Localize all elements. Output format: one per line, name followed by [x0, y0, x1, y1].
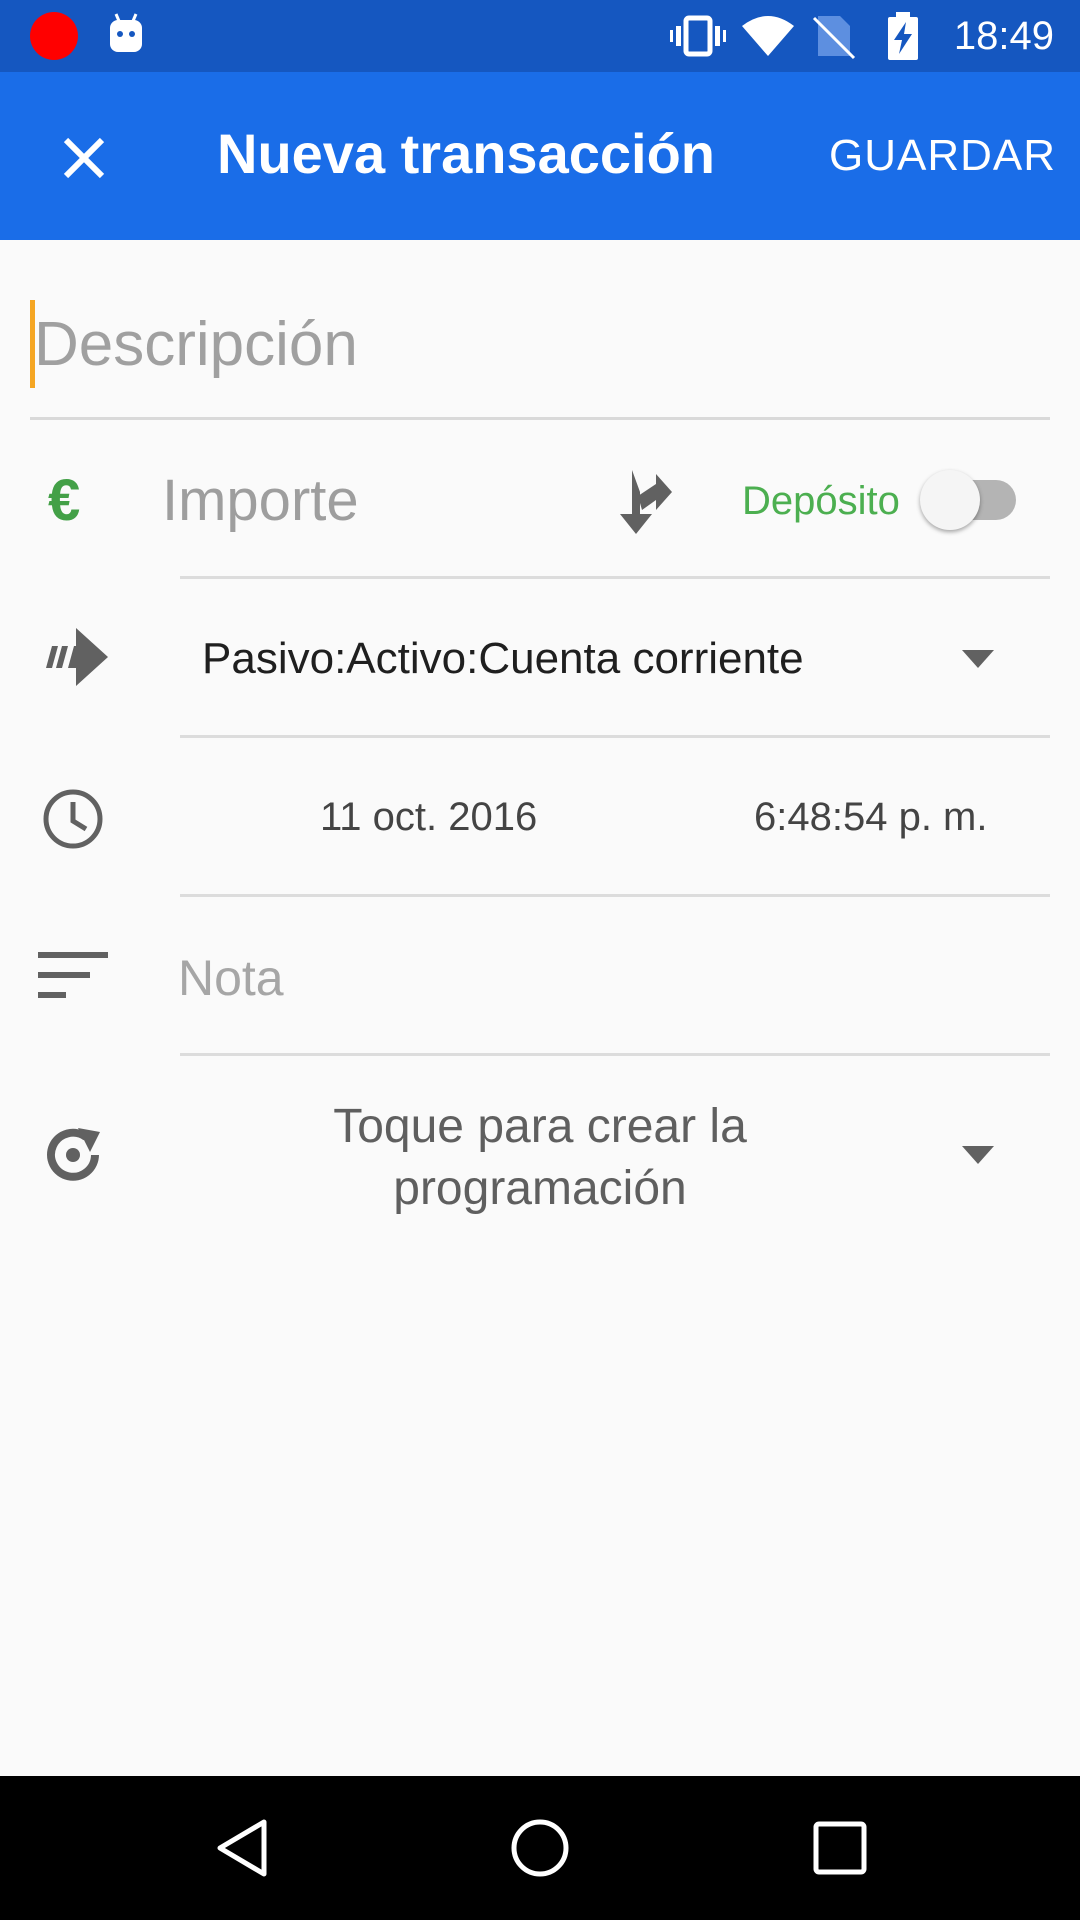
- save-button[interactable]: GUARDAR: [829, 124, 1056, 188]
- amount-input[interactable]: Importe: [162, 464, 359, 538]
- divider: [180, 735, 1050, 738]
- no-sim-icon: [812, 16, 856, 60]
- transaction-type-label: Depósito: [742, 479, 900, 523]
- time-picker[interactable]: 6:48:54 p. m.: [754, 792, 987, 842]
- chevron-down-icon[interactable]: [962, 650, 994, 668]
- transfer-arrow-icon: [46, 628, 108, 686]
- back-icon[interactable]: [210, 1816, 274, 1880]
- account-select[interactable]: Pasivo:Activo:Cuenta corriente: [202, 632, 804, 686]
- battery-charging-icon: [888, 12, 918, 60]
- split-icon[interactable]: [612, 464, 672, 536]
- notes-icon: [38, 952, 108, 998]
- chevron-down-icon[interactable]: [962, 1146, 994, 1164]
- page-title: Nueva transacción: [217, 122, 715, 185]
- vibrate-icon: [670, 15, 726, 57]
- divider: [180, 576, 1050, 579]
- wifi-icon: [742, 16, 794, 56]
- currency-icon: €: [48, 468, 81, 533]
- schedule-picker[interactable]: Toque para crear la programación: [260, 1096, 820, 1220]
- new-transaction-screen: 18:49 Nueva transacción GUARDAR Descripc…: [0, 0, 1080, 1920]
- status-bar: 18:49: [0, 0, 1080, 72]
- divider: [180, 1053, 1050, 1056]
- home-icon[interactable]: [508, 1816, 572, 1880]
- description-input[interactable]: Descripción: [30, 300, 1050, 420]
- date-picker[interactable]: 11 oct. 2016: [320, 792, 537, 842]
- recents-icon[interactable]: [808, 1816, 872, 1880]
- note-input[interactable]: Nota: [178, 948, 284, 1008]
- text-caret: [30, 300, 35, 388]
- status-time: 18:49: [953, 14, 1054, 58]
- divider: [180, 894, 1050, 897]
- android-debug-icon: [110, 13, 142, 52]
- record-indicator-icon: [30, 12, 78, 60]
- app-bar: Nueva transacción GUARDAR: [0, 72, 1080, 240]
- clock-icon: [43, 789, 103, 849]
- recurrence-icon: [47, 1128, 100, 1181]
- navigation-bar: [0, 1776, 1080, 1920]
- close-icon[interactable]: [52, 126, 116, 190]
- deposit-toggle[interactable]: [920, 470, 980, 530]
